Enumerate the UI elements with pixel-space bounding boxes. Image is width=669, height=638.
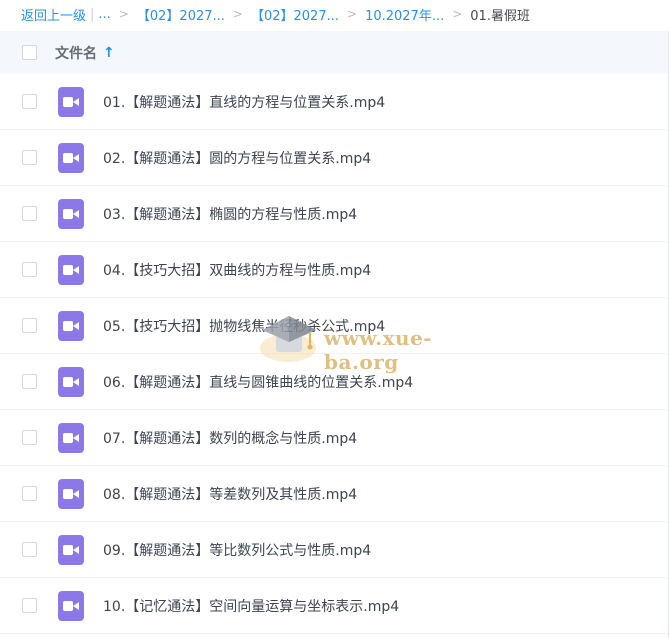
row-checkbox[interactable] [22,542,37,557]
row-checkbox[interactable] [22,150,37,165]
video-file-icon [58,479,84,509]
breadcrumb-separator: > [347,7,358,21]
file-name[interactable]: 09.【解题通法】等比数列公式与性质.mp4 [103,540,371,560]
file-name[interactable]: 04.【技巧大招】双曲线的方程与性质.mp4 [103,260,371,280]
file-row[interactable]: 08.【解题通法】等差数列及其性质.mp4 [0,466,669,522]
file-name[interactable]: 05.【技巧大招】抛物线焦半径秒杀公式.mp4 [103,316,385,336]
file-row[interactable]: 09.【解题通法】等比数列公式与性质.mp4 [0,522,669,578]
file-row[interactable]: 03.【解题通法】椭圆的方程与性质.mp4 [0,186,669,242]
video-file-icon [58,143,84,173]
file-name[interactable]: 10.【记忆通法】空间向量运算与坐标表示.mp4 [103,596,399,616]
row-checkbox[interactable] [22,598,37,613]
row-checkbox[interactable] [22,206,37,221]
video-file-icon [58,311,84,341]
file-name[interactable]: 01.【解题通法】直线的方程与位置关系.mp4 [103,92,385,112]
row-checkbox[interactable] [22,318,37,333]
file-list-header: 文件名 ↑ [0,31,669,74]
row-checkbox[interactable] [22,94,37,109]
breadcrumb-item[interactable]: 10.2027年... [365,5,444,24]
file-row[interactable]: 04.【技巧大招】双曲线的方程与性质.mp4 [0,242,669,298]
breadcrumb-item[interactable]: 【02】2027... [251,5,339,24]
video-file-icon [58,591,84,621]
file-name[interactable]: 02.【解题通法】圆的方程与位置关系.mp4 [103,148,371,168]
video-file-icon [58,199,84,229]
file-row[interactable]: 01.【解题通法】直线的方程与位置关系.mp4 [0,74,669,130]
breadcrumb-item[interactable]: 【02】2027... [137,5,225,24]
file-row[interactable]: 05.【技巧大招】抛物线焦半径秒杀公式.mp4 [0,298,669,354]
file-row[interactable]: 10.【记忆通法】空间向量运算与坐标表示.mp4 [0,578,669,634]
file-name[interactable]: 03.【解题通法】椭圆的方程与性质.mp4 [103,204,357,224]
video-file-icon [58,423,84,453]
file-list: 01.【解题通法】直线的方程与位置关系.mp4 02.【解题通法】圆的方程与位置关… [0,74,669,634]
video-file-icon [58,87,84,117]
arrow-up-icon: ↑ [103,45,115,61]
breadcrumb: 返回上一级 | ... > 【02】2027... > 【02】2027... … [0,0,669,28]
breadcrumb-current: 01.暑假班 [470,8,530,24]
video-file-icon [58,255,84,285]
sort-by-name-header[interactable]: 文件名 ↑ [55,43,115,63]
breadcrumb-separator: > [118,7,129,21]
file-name[interactable]: 07.【解题通法】数列的概念与性质.mp4 [103,428,357,448]
row-checkbox[interactable] [22,486,37,501]
row-checkbox[interactable] [22,374,37,389]
video-file-icon [58,367,84,397]
column-label-filename: 文件名 [55,46,97,62]
breadcrumb-separator: > [452,7,463,21]
breadcrumb-separator: > [232,7,243,21]
file-row[interactable]: 02.【解题通法】圆的方程与位置关系.mp4 [0,130,669,186]
row-checkbox[interactable] [22,430,37,445]
back-link[interactable]: 返回上一级 [21,5,86,24]
breadcrumb-ellipsis[interactable]: ... [98,7,110,22]
video-file-icon [58,535,84,565]
breadcrumb-divider: | [90,6,95,22]
row-checkbox[interactable] [22,262,37,277]
file-name[interactable]: 06.【解题通法】直线与圆锥曲线的位置关系.mp4 [103,372,413,392]
file-name[interactable]: 08.【解题通法】等差数列及其性质.mp4 [103,484,357,504]
file-row[interactable]: 06.【解题通法】直线与圆锥曲线的位置关系.mp4 [0,354,669,410]
select-all-checkbox[interactable] [22,45,37,60]
file-row[interactable]: 07.【解题通法】数列的概念与性质.mp4 [0,410,669,466]
